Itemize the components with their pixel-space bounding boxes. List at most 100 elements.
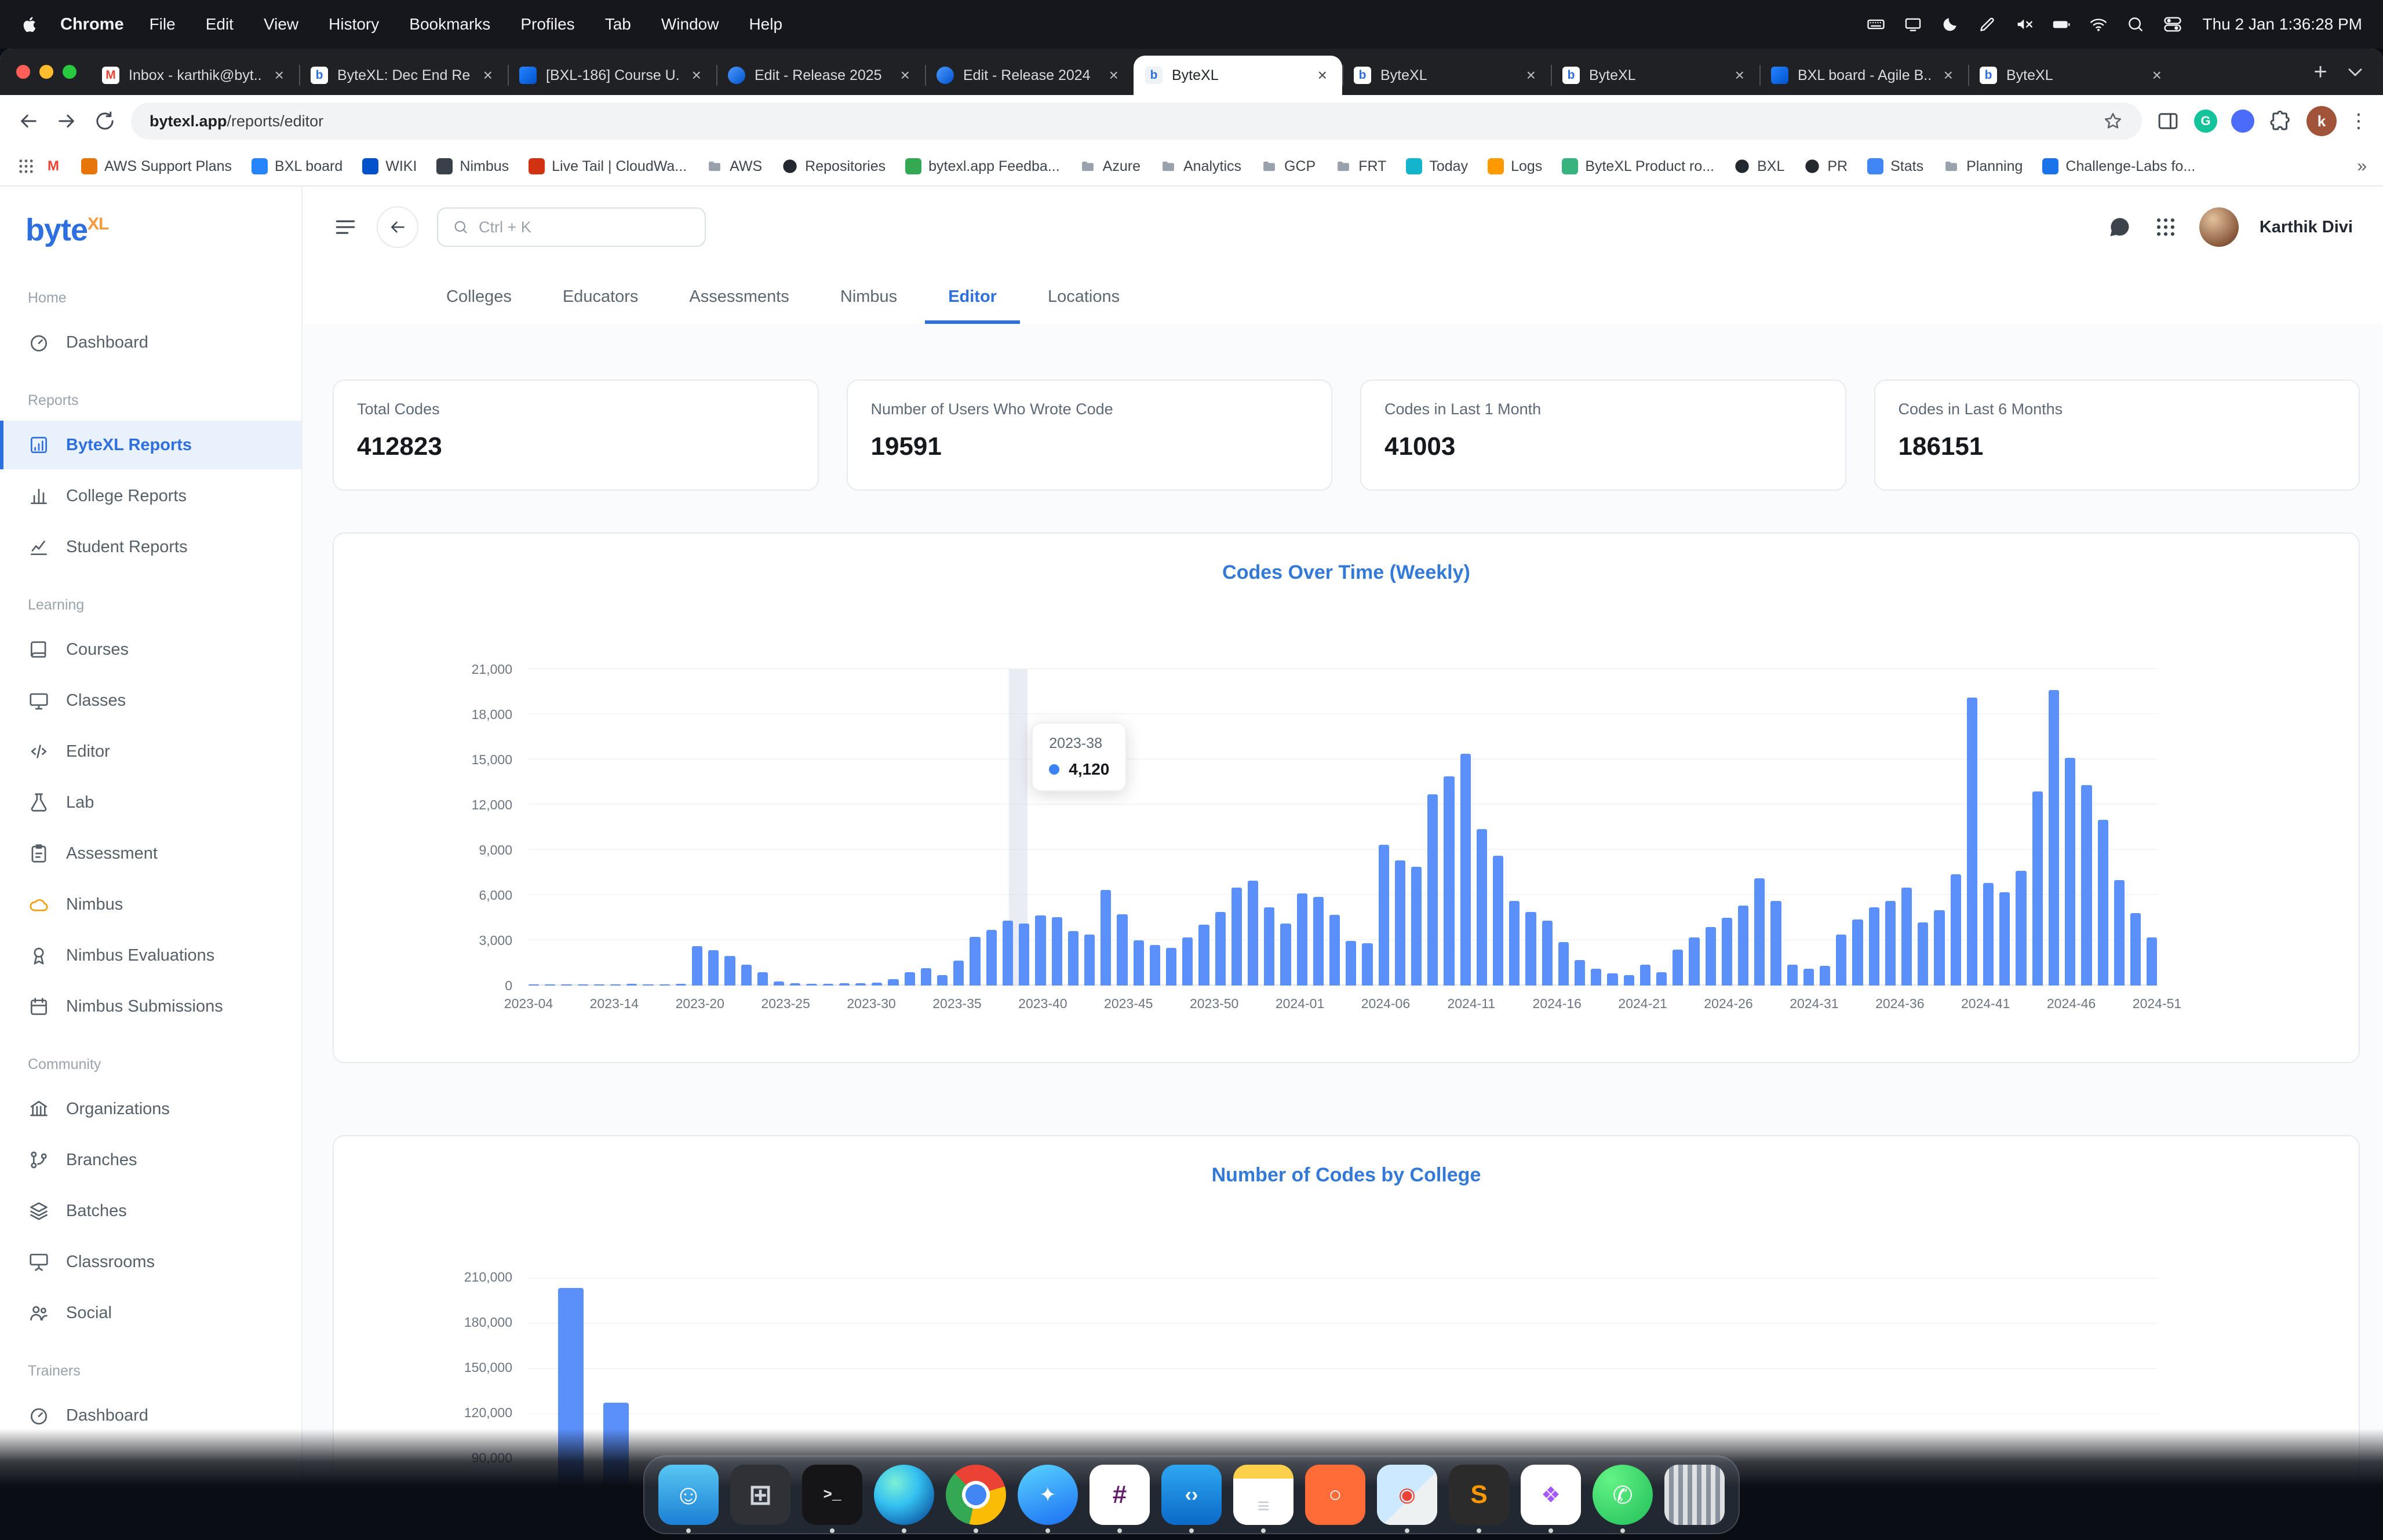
- sidebar-item-classrooms[interactable]: Classrooms: [0, 1238, 301, 1286]
- bar[interactable]: [1754, 878, 1765, 986]
- bar[interactable]: [1509, 901, 1520, 986]
- moon-icon[interactable]: [1940, 14, 1960, 34]
- finder-dock-icon[interactable]: ☺: [658, 1465, 719, 1525]
- browser-tab[interactable]: bByteXL×: [1134, 56, 1342, 95]
- support-chat-icon[interactable]: [2107, 214, 2132, 240]
- user-avatar[interactable]: [2199, 207, 2239, 247]
- sidebar-item-courses[interactable]: Courses: [0, 625, 301, 674]
- bar[interactable]: [545, 984, 555, 986]
- bar[interactable]: [741, 965, 752, 986]
- bar[interactable]: [659, 984, 670, 986]
- bar[interactable]: [1068, 931, 1078, 986]
- sidebar-item-college-reports[interactable]: College Reports: [0, 472, 301, 520]
- extension-icon[interactable]: [2231, 110, 2254, 133]
- bar[interactable]: [1329, 915, 1340, 986]
- bar[interactable]: [1280, 924, 1291, 986]
- menu-tab[interactable]: Tab: [605, 15, 631, 34]
- sidebar-item-nimbus[interactable]: Nimbus: [0, 880, 301, 929]
- tab-locations[interactable]: Locations: [1025, 275, 1143, 324]
- bar[interactable]: [1983, 883, 1994, 986]
- bar[interactable]: [1493, 856, 1503, 986]
- bar[interactable]: [1640, 965, 1650, 986]
- bar[interactable]: [2114, 880, 2125, 986]
- sidebar-item-bytexl-reports[interactable]: ByteXL Reports: [0, 421, 301, 469]
- tab-close-icon[interactable]: ×: [271, 66, 287, 85]
- global-search-input[interactable]: Ctrl + K: [437, 207, 706, 247]
- browser-tab[interactable]: [BXL-186] Course U...×: [508, 56, 716, 95]
- bar[interactable]: [1395, 860, 1405, 986]
- bar[interactable]: [757, 972, 768, 986]
- edge-dock-icon[interactable]: [874, 1465, 934, 1525]
- bar[interactable]: [1411, 867, 1422, 986]
- page-back-button[interactable]: [377, 206, 418, 248]
- tab-nimbus[interactable]: Nimbus: [817, 275, 920, 324]
- notes-dock-icon[interactable]: ≡: [1233, 1465, 1293, 1525]
- tab-close-icon[interactable]: ×: [897, 66, 913, 85]
- forward-icon[interactable]: [54, 109, 79, 133]
- browser-tab[interactable]: bByteXL×: [1551, 56, 1759, 95]
- bar[interactable]: [692, 946, 702, 986]
- bar[interactable]: [1542, 921, 1553, 986]
- bar[interactable]: [888, 979, 898, 986]
- tab-colleges[interactable]: Colleges: [423, 275, 535, 324]
- bar[interactable]: [1101, 890, 1111, 986]
- bookmark-bxl[interactable]: BXL: [1734, 158, 1784, 175]
- tab-close-icon[interactable]: ×: [688, 66, 705, 85]
- bar[interactable]: [1362, 943, 1372, 986]
- bar[interactable]: [1379, 845, 1389, 986]
- bar[interactable]: [1264, 907, 1274, 986]
- bar[interactable]: [2049, 690, 2059, 986]
- bar[interactable]: [1722, 918, 1732, 986]
- bar[interactable]: [1656, 972, 1667, 986]
- bar[interactable]: [986, 930, 997, 986]
- bar[interactable]: [676, 984, 686, 986]
- browser-tab[interactable]: bByteXL×: [1968, 56, 2177, 95]
- bookmark-repositories[interactable]: Repositories: [782, 158, 886, 175]
- sidebar-item-branches[interactable]: Branches: [0, 1136, 301, 1184]
- bar[interactable]: [1575, 960, 1585, 986]
- bookmark-planning[interactable]: Planning: [1943, 158, 2023, 175]
- bar[interactable]: [1117, 914, 1127, 986]
- bar[interactable]: [1346, 941, 1356, 986]
- bar[interactable]: [1607, 973, 1617, 986]
- bookmarks-overflow-icon[interactable]: »: [2357, 156, 2367, 176]
- bar[interactable]: [2081, 785, 2091, 986]
- tab-search-button[interactable]: [2344, 60, 2367, 83]
- maps-dock-icon[interactable]: ◉: [1377, 1465, 1437, 1525]
- bar[interactable]: [1999, 892, 2010, 986]
- bookmark-analytics[interactable]: Analytics: [1160, 158, 1241, 175]
- figma-dock-icon[interactable]: ❖: [1521, 1465, 1581, 1525]
- bar[interactable]: [1706, 927, 1716, 986]
- bar[interactable]: [1591, 969, 1601, 986]
- bar[interactable]: [1313, 897, 1324, 986]
- bookmark-live-tail-cloudwa[interactable]: Live Tail | CloudWa...: [529, 158, 687, 175]
- bar[interactable]: [774, 981, 784, 986]
- bar[interactable]: [2016, 871, 2026, 986]
- bar[interactable]: [1803, 969, 1814, 986]
- bar[interactable]: [790, 983, 800, 986]
- launchpad-dock-icon[interactable]: ⊞: [730, 1465, 790, 1525]
- tab-close-icon[interactable]: ×: [1106, 66, 1122, 85]
- back-icon[interactable]: [16, 109, 41, 133]
- new-tab-button[interactable]: +: [2304, 59, 2337, 85]
- extensions-puzzle-icon[interactable]: [2268, 109, 2293, 133]
- zoom-window-button[interactable]: [63, 65, 76, 79]
- bookmark-bxl-board[interactable]: BXL board: [252, 158, 342, 175]
- safari-dock-icon[interactable]: ✦: [1018, 1465, 1078, 1525]
- bookmark-star-icon[interactable]: [2103, 111, 2123, 132]
- menu-profiles[interactable]: Profiles: [520, 15, 574, 34]
- bar[interactable]: [1150, 945, 1160, 986]
- bar[interactable]: [839, 983, 850, 986]
- browser-menu-icon[interactable]: ⋮: [2351, 110, 2367, 133]
- bar[interactable]: [1134, 940, 1144, 986]
- bar[interactable]: [1689, 937, 1699, 986]
- bar[interactable]: [1003, 921, 1013, 986]
- bookmark-nimbus[interactable]: Nimbus: [436, 158, 509, 175]
- bar[interactable]: [2098, 820, 2108, 986]
- bar[interactable]: [1951, 874, 1961, 986]
- bar[interactable]: [1525, 912, 1536, 986]
- pen-icon[interactable]: [1977, 14, 1997, 34]
- bar[interactable]: [626, 984, 637, 986]
- bookmark-logs[interactable]: Logs: [1488, 158, 1542, 175]
- bookmark-gcp[interactable]: GCP: [1261, 158, 1316, 175]
